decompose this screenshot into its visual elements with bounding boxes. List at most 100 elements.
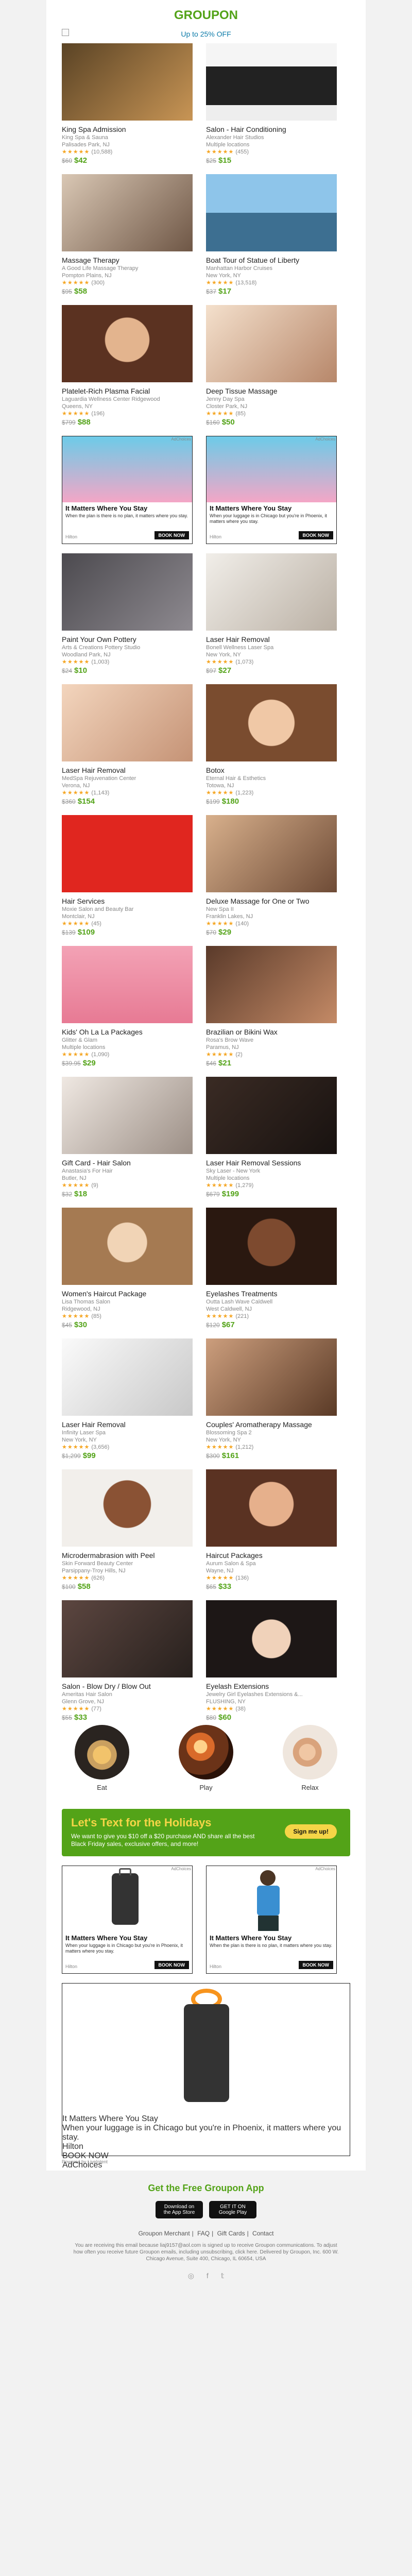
deal-image[interactable]: [206, 684, 337, 761]
footer-link[interactable]: Contact: [252, 2230, 273, 2237]
footer-link[interactable]: Gift Cards: [217, 2230, 245, 2237]
deal-title[interactable]: Kids' Oh La La Packages: [62, 1027, 193, 1037]
adchoices-link[interactable]: AdChoices: [315, 437, 335, 442]
deal-title[interactable]: Laser Hair Removal: [62, 766, 193, 775]
deal-image[interactable]: [62, 1469, 193, 1547]
deal-title[interactable]: Brazilian or Bikini Wax: [206, 1027, 337, 1037]
groupon-logo[interactable]: GROUPON: [46, 8, 366, 23]
deal-image[interactable]: [62, 1338, 193, 1416]
deal-title[interactable]: Massage Therapy: [62, 256, 193, 265]
adchoices-link[interactable]: AdChoices: [171, 437, 191, 442]
book-now-button[interactable]: BOOK NOW: [154, 1961, 189, 1969]
deal-card[interactable]: Laser Hair Removal MedSpa Rejuvenation C…: [62, 684, 193, 806]
deal-title[interactable]: Couples' Aromatherapy Massage: [206, 1420, 337, 1429]
deal-image[interactable]: [62, 1077, 193, 1154]
hotel-ad-large[interactable]: It Matters Where You Stay When your lugg…: [62, 1983, 350, 2170]
deal-image[interactable]: [62, 43, 193, 121]
deal-card[interactable]: Platelet-Rich Plasma Facial Laguardia We…: [62, 305, 193, 427]
deal-image[interactable]: [206, 1077, 337, 1154]
deal-image[interactable]: [206, 815, 337, 892]
deal-image[interactable]: [62, 815, 193, 892]
sms-signup-banner[interactable]: Let's Text for the Holidays We want to g…: [62, 1809, 350, 1856]
deal-title[interactable]: Eyelashes Treatments: [206, 1289, 337, 1298]
hotel-ad[interactable]: It Matters Where You Stay When the plan …: [206, 1866, 337, 1974]
deal-title[interactable]: Botox: [206, 766, 337, 775]
deal-image[interactable]: [62, 1600, 193, 1677]
deal-card[interactable]: Kids' Oh La La Packages Glitter & Glam M…: [62, 946, 193, 1067]
deal-image[interactable]: [206, 1338, 337, 1416]
deal-card[interactable]: Gift Card - Hair Salon Anastasia's For H…: [62, 1077, 193, 1198]
deal-title[interactable]: Eyelash Extensions: [206, 1682, 337, 1691]
deal-card[interactable]: Eyelashes Treatments Outta Lash Wave Cal…: [206, 1208, 337, 1329]
deal-card[interactable]: Salon - Hair Conditioning Alexander Hair…: [206, 43, 337, 165]
deal-card[interactable]: Microdermabrasion with Peel Skin Forward…: [62, 1469, 193, 1591]
twitter-icon[interactable]: 𝕥: [221, 2272, 225, 2280]
footer-link[interactable]: Groupon Merchant: [139, 2230, 190, 2237]
deal-title[interactable]: Boat Tour of Statue of Liberty: [206, 256, 337, 265]
deal-image[interactable]: [62, 553, 193, 631]
deal-card[interactable]: Haircut Packages Aurum Salon & Spa Wayne…: [206, 1469, 337, 1591]
deal-image[interactable]: [206, 1600, 337, 1677]
deal-card[interactable]: Hair Services Moxie Salon and Beauty Bar…: [62, 815, 193, 937]
deal-image[interactable]: [206, 174, 337, 251]
category-relax[interactable]: Relax: [282, 1725, 338, 1791]
category-play[interactable]: Play: [178, 1725, 234, 1791]
deal-image[interactable]: [62, 174, 193, 251]
book-now-button[interactable]: BOOK NOW: [298, 1961, 333, 1969]
deal-image[interactable]: [62, 684, 193, 761]
deal-card[interactable]: Paint Your Own Pottery Arts & Creations …: [62, 553, 193, 675]
deal-image[interactable]: [206, 1469, 337, 1547]
deal-title[interactable]: Salon - Hair Conditioning: [206, 125, 337, 134]
deal-title[interactable]: Haircut Packages: [206, 1551, 337, 1560]
sign-up-button[interactable]: Sign me up!: [285, 1824, 337, 1839]
adchoices-link[interactable]: AdChoices: [62, 2161, 350, 2170]
deal-title[interactable]: Gift Card - Hair Salon: [62, 1158, 193, 1167]
deal-card[interactable]: Couples' Aromatherapy Massage Blossoming…: [206, 1338, 337, 1460]
deal-card[interactable]: King Spa Admission King Spa & Sauna Pali…: [62, 43, 193, 165]
deal-card[interactable]: Eyelash Extensions Jewelry Girl Eyelashe…: [206, 1600, 337, 1722]
deal-title[interactable]: Women's Haircut Package: [62, 1289, 193, 1298]
deal-image[interactable]: [206, 553, 337, 631]
app-store-button[interactable]: Download on the App Store: [156, 2201, 203, 2218]
deal-title[interactable]: Salon - Blow Dry / Blow Out: [62, 1682, 193, 1691]
google-play-button[interactable]: GET IT ON Google Play: [209, 2201, 256, 2218]
deal-title[interactable]: King Spa Admission: [62, 125, 193, 134]
category-eat[interactable]: Eat: [74, 1725, 130, 1791]
deal-title[interactable]: Microdermabrasion with Peel: [62, 1551, 193, 1560]
deal-title[interactable]: Hair Services: [62, 896, 193, 906]
adchoices-link[interactable]: AdChoices: [171, 1867, 191, 1871]
deal-card[interactable]: Laser Hair Removal Bonell Wellness Laser…: [206, 553, 337, 675]
deal-title[interactable]: Laser Hair Removal Sessions: [206, 1158, 337, 1167]
instagram-icon[interactable]: ◎: [188, 2272, 194, 2280]
promo-banner[interactable]: Up to 25% OFF: [46, 27, 366, 43]
hotel-ad[interactable]: It Matters Where You Stay When your lugg…: [62, 1866, 193, 1974]
deal-title[interactable]: Paint Your Own Pottery: [62, 635, 193, 644]
deal-card[interactable]: Salon - Blow Dry / Blow Out Ameritas Hai…: [62, 1600, 193, 1722]
hotel-ad[interactable]: It Matters Where You Stay When your lugg…: [206, 436, 337, 544]
deal-image[interactable]: [206, 946, 337, 1023]
adchoices-link[interactable]: AdChoices: [315, 1867, 335, 1871]
deal-card[interactable]: Women's Haircut Package Lisa Thomas Salo…: [62, 1208, 193, 1329]
deal-card[interactable]: Brazilian or Bikini Wax Rosa's Brow Wave…: [206, 946, 337, 1067]
deal-card[interactable]: Deluxe Massage for One or Two New Spa II…: [206, 815, 337, 937]
deal-title[interactable]: Deep Tissue Massage: [206, 386, 337, 396]
deal-card[interactable]: Deep Tissue Massage Jenny Day Spa Closte…: [206, 305, 337, 427]
book-now-button[interactable]: BOOK NOW: [298, 531, 333, 539]
deal-card[interactable]: Massage Therapy A Good Life Massage Ther…: [62, 174, 193, 296]
deal-image[interactable]: [62, 1208, 193, 1285]
hotel-ad[interactable]: It Matters Where You Stay When the plan …: [62, 436, 193, 544]
deal-title[interactable]: Platelet-Rich Plasma Facial: [62, 386, 193, 396]
deal-image[interactable]: [62, 305, 193, 382]
facebook-icon[interactable]: f: [207, 2272, 209, 2280]
book-now-button[interactable]: BOOK NOW: [154, 531, 189, 539]
deal-card[interactable]: Botox Eternal Hair & Esthetics Totowa, N…: [206, 684, 337, 806]
deal-card[interactable]: Boat Tour of Statue of Liberty Manhattan…: [206, 174, 337, 296]
deal-image[interactable]: [62, 946, 193, 1023]
deal-image[interactable]: [206, 305, 337, 382]
deal-title[interactable]: Deluxe Massage for One or Two: [206, 896, 337, 906]
book-now-button[interactable]: BOOK NOW: [62, 2151, 350, 2161]
deal-card[interactable]: Laser Hair Removal Sessions Sky Laser - …: [206, 1077, 337, 1198]
deal-title[interactable]: Laser Hair Removal: [206, 635, 337, 644]
footer-link[interactable]: FAQ: [197, 2230, 210, 2237]
deal-image[interactable]: [206, 43, 337, 121]
